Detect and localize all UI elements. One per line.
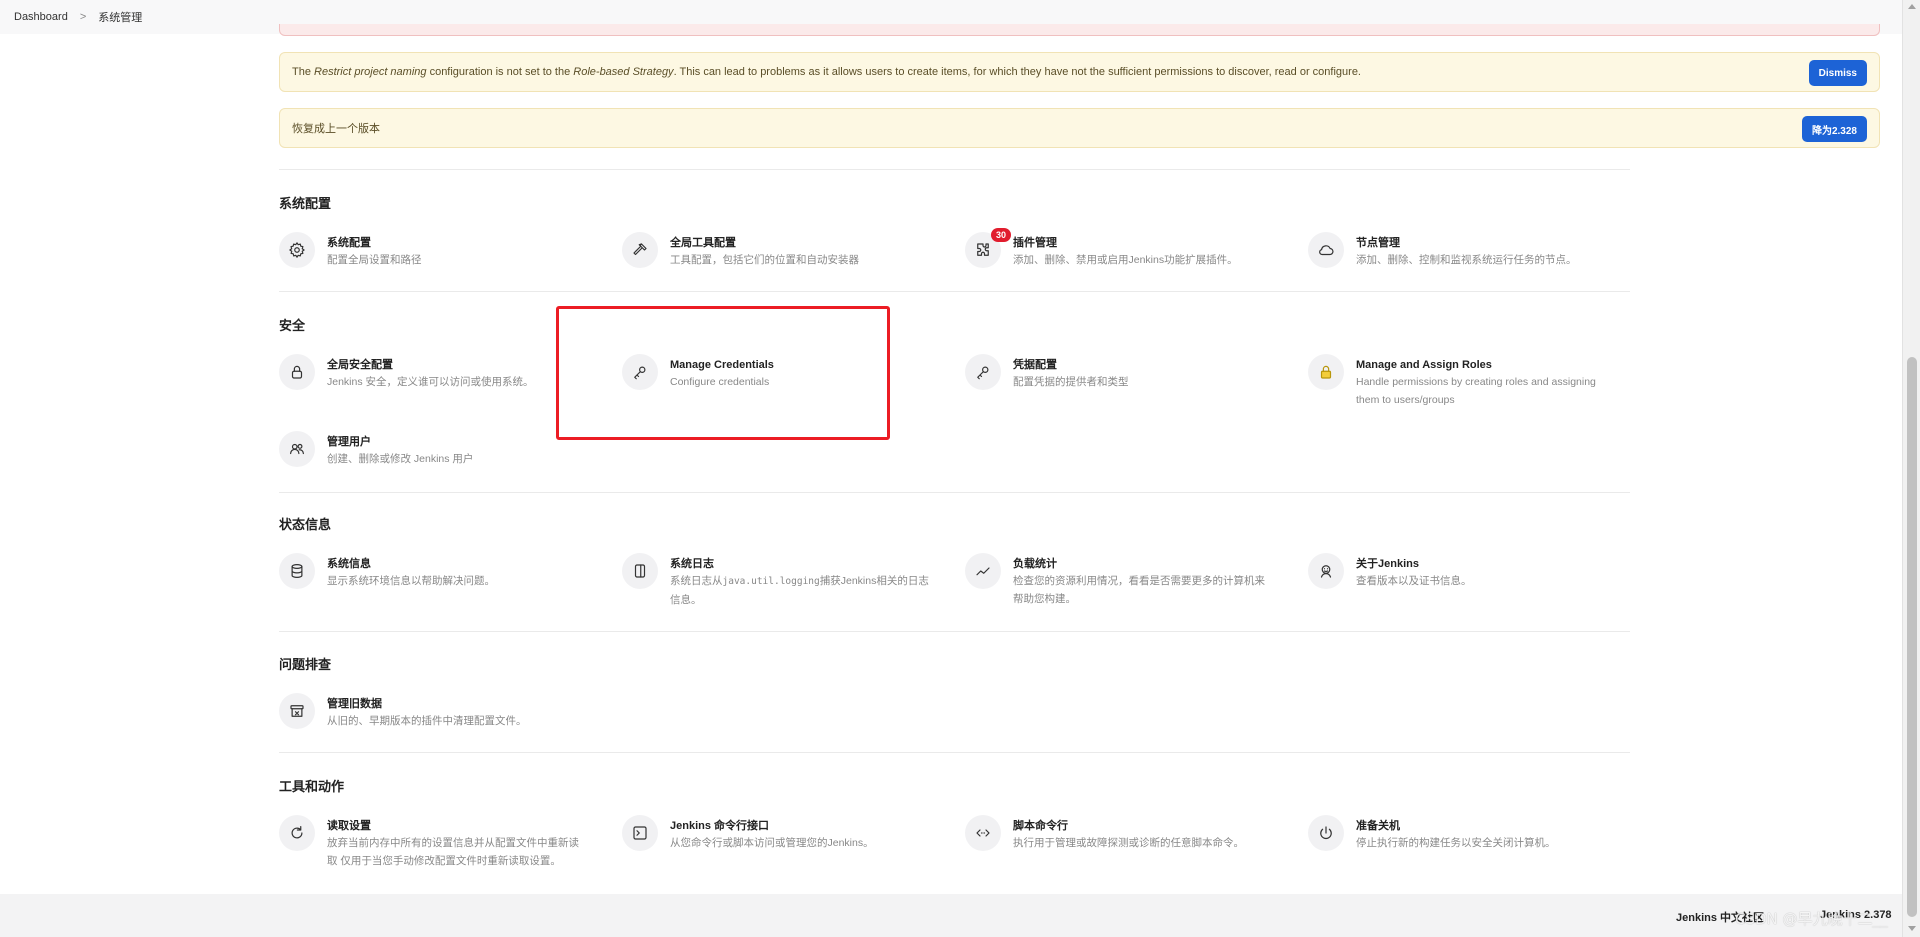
cloud-icon [1308,232,1344,268]
scrollbar-thumb[interactable] [1907,357,1917,917]
tile-desc: 查看版本以及证书信息。 [1356,575,1472,587]
tile-reload-config[interactable]: 读取设置放弃当前内存中所有的设置信息并从配置文件中重新读取 仅用于当您手动修改配… [279,815,609,870]
tile-title: 关于Jenkins [1356,558,1419,570]
hammer-icon [622,232,658,268]
scroll-down-arrow-icon[interactable] [1908,926,1916,931]
tile-script-console[interactable]: 脚本命令行执行用于管理或故障探测或诊断的任意脚本命令。 [965,815,1295,852]
tile-desc: 检查您的资源利用情况，看看是否需要更多的计算机来 帮助您构建。 [1013,575,1265,605]
archive-icon [279,693,315,729]
tile-plugin-manager[interactable]: 30 插件管理添加、删除、禁用或启用Jenkins功能扩展插件。 [965,228,1295,269]
reload-icon [279,815,315,851]
tile-title: 全局安全配置 [327,359,393,371]
tile-desc: 添加、删除、禁用或启用Jenkins功能扩展插件。 [1013,254,1238,266]
tile-title: 系统配置 [327,237,371,249]
tile-desc: 系统日志从java.util.logging捕获Jenkins相关的日志 信息。 [670,575,929,606]
tile-title: 系统日志 [670,558,714,570]
tile-system-log[interactable]: 系统日志系统日志从java.util.logging捕获Jenkins相关的日志… [622,553,952,609]
section-title-troubleshooting: 问题排查 [279,657,332,672]
dismiss-button[interactable]: Dismiss [1808,60,1867,86]
tile-desc: 从旧的、早期版本的插件中清理配置文件。 [327,715,527,727]
breadcrumb-system-management[interactable]: 系统管理 [98,9,142,25]
tile-desc: 从您命令行或脚本访问或管理您的Jenkins。 [670,837,874,849]
section-title-system-config: 系统配置 [279,196,332,211]
terminal-icon [622,815,658,851]
footer: Jenkins 中文社区 Jenkins 2.378 [0,894,1902,937]
divider [279,752,1630,753]
tile-title: 读取设置 [327,820,371,832]
tile-desc: 配置凭据的提供者和类型 [1013,376,1129,388]
tile-title: 全局工具配置 [670,237,736,249]
downgrade-button[interactable]: 降为2.328 [1801,116,1867,142]
tile-title: 负载统计 [1013,558,1057,570]
jenkins-icon [1308,553,1344,589]
error-banner-edge [279,24,1880,36]
tile-system-config[interactable]: 系统配置配置全局设置和路径 [279,232,609,269]
divider [279,169,1630,170]
tile-manage-roles[interactable]: Manage and Assign Roles Handle permission… [1308,354,1608,409]
naming-strategy-alert: The Restrict project naming configuratio… [279,52,1880,92]
tile-title: Jenkins 命令行接口 [670,820,770,832]
update-count-badge: 30 [990,228,1011,242]
tile-desc: 显示系统环境信息以帮助解决问题。 [327,575,495,587]
downgrade-text: 恢复成上一个版本 [292,123,380,135]
tile-credential-config[interactable]: 凭据配置配置凭据的提供者和类型 [965,354,1295,391]
vertical-scrollbar[interactable] [1902,0,1920,937]
tile-title: 准备关机 [1356,820,1400,832]
gear-icon [279,232,315,268]
tile-desc: 创建、删除或修改 Jenkins 用户 [327,453,474,465]
divider [279,291,1630,292]
lock-icon [279,354,315,390]
breadcrumb-dashboard[interactable]: Dashboard [14,11,68,23]
tile-desc: 工具配置，包括它们的位置和自动安装器 [670,254,859,266]
tile-global-tools[interactable]: 全局工具配置工具配置，包括它们的位置和自动安装器 [622,232,952,269]
tile-title: Manage and Assign Roles [1356,359,1492,371]
log-icon [622,553,658,589]
tile-desc: 执行用于管理或故障探测或诊断的任意脚本命令。 [1013,837,1244,849]
tile-title: 管理旧数据 [327,698,382,710]
puzzle-icon: 30 [965,228,1011,268]
tile-desc: 停止执行新的构建任务以安全关闭计算机。 [1356,837,1556,849]
key-icon [965,354,1001,390]
code-icon [965,815,1001,851]
tile-node-manager[interactable]: 节点管理添加、删除、控制和监视系统运行任务的节点。 [1308,232,1638,269]
tile-title: 插件管理 [1013,237,1057,249]
users-icon [279,431,315,467]
tile-load-statistics[interactable]: 负载统计检查您的资源利用情况，看看是否需要更多的计算机来 帮助您构建。 [965,553,1295,608]
tile-title: 脚本命令行 [1013,820,1068,832]
divider [279,631,1630,632]
scroll-up-arrow-icon[interactable] [1908,4,1916,9]
tile-title: 凭据配置 [1013,359,1057,371]
power-icon [1308,815,1344,851]
downgrade-alert: 恢复成上一个版本 降为2.328 [279,108,1880,148]
section-title-tools-actions: 工具和动作 [279,779,345,794]
section-title-security: 安全 [279,318,306,333]
tile-desc: Handle permissions by creating roles and… [1356,376,1596,406]
tile-desc: 添加、删除、控制和监视系统运行任务的节点。 [1356,254,1577,266]
tile-title: 管理用户 [327,436,371,448]
chart-icon [965,553,1001,589]
tile-system-info[interactable]: 系统信息显示系统环境信息以帮助解决问题。 [279,553,609,590]
divider [279,492,1630,493]
tile-title: 系统信息 [327,558,371,570]
watermark-text: CSDN @早九晚十二__ [1735,910,1888,928]
highlight-annotation-box [556,306,890,440]
tile-jenkins-cli[interactable]: Jenkins 命令行接口从您命令行或脚本访问或管理您的Jenkins。 [622,815,952,852]
tile-about-jenkins[interactable]: 关于Jenkins 查看版本以及证书信息。 [1308,553,1638,590]
tile-title: 节点管理 [1356,237,1400,249]
breadcrumb-separator: > [79,11,87,23]
padlock-icon [1308,354,1344,390]
section-title-status: 状态信息 [279,517,332,532]
tile-desc: 配置全局设置和路径 [327,254,422,266]
tile-desc: Jenkins 安全，定义谁可以访问或使用系统。 [327,376,534,388]
alert-text: The Restrict project naming configuratio… [292,66,1361,78]
tile-prepare-shutdown[interactable]: 准备关机停止执行新的构建任务以安全关闭计算机。 [1308,815,1638,852]
database-icon [279,553,315,589]
tile-old-data[interactable]: 管理旧数据从旧的、早期版本的插件中清理配置文件。 [279,693,609,730]
tile-desc: 放弃当前内存中所有的设置信息并从配置文件中重新读取 仅用于当您手动修改配置文件时… [327,837,579,867]
